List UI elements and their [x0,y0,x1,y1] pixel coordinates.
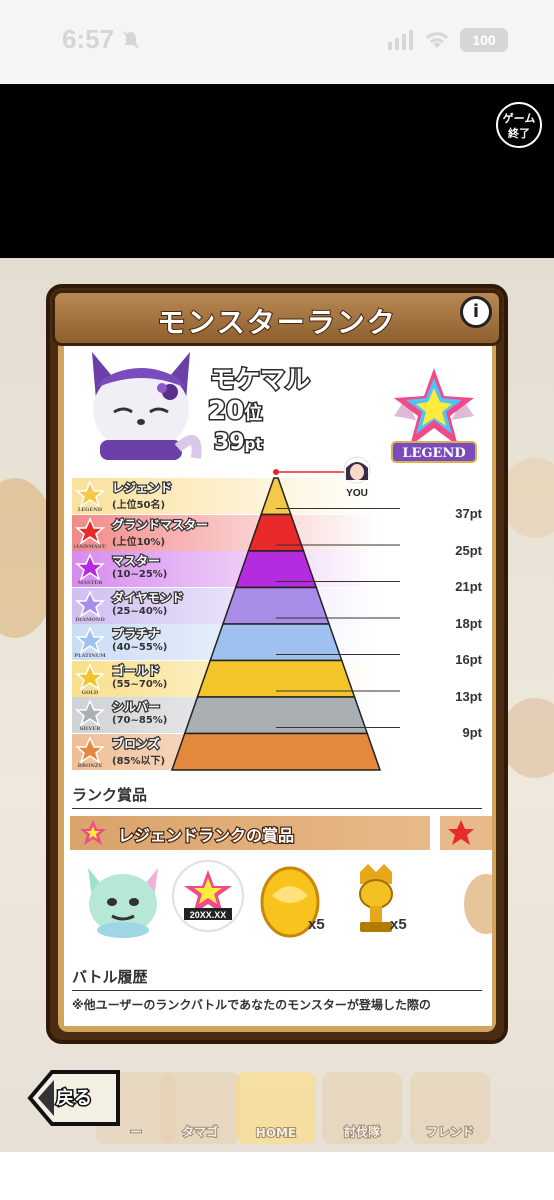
nav-item-friend[interactable]: フレンド [410,1072,490,1144]
pyramid-tier-slice [196,659,356,698]
gold-egg-qty: x5 [308,916,325,933]
bg-decoration [500,458,554,538]
nav-item-egg[interactable]: タマゴ [160,1072,240,1144]
gold-trophy-qty: x5 [390,916,407,933]
reward-banner: レジェンドランクの賞品 [70,816,430,850]
nav-item-home[interactable]: HOME [236,1072,316,1144]
pyramid-tier-slice [247,513,305,552]
game-exit-button[interactable]: ゲーム 終了 [496,102,542,148]
exit-label-line2: 終了 [508,127,530,140]
nav-label: フレンド [425,1124,475,1140]
you-marker-dot [273,469,279,475]
dialog-title-plate: モンスターランク [52,290,502,346]
home-indicator [0,1152,554,1200]
you-marker-avatar: YOU [343,456,371,498]
pyramid-tier-slice [170,732,382,771]
nav-label: HOME [255,1125,297,1141]
bg-decoration [500,698,554,778]
pyramid-tier-slice [234,550,318,589]
legend-badge-reward[interactable]: 20XX.XX [172,860,244,932]
signal-icon [388,30,413,50]
battle-history-note: ※他ユーザーのランクバトルであなたのモンスターが登場した際の [72,998,431,1012]
wifi-icon [425,32,449,48]
pyramid-tier-slice [183,696,369,735]
back-label: 戻る [55,1087,94,1111]
bell-muted-icon [123,31,139,49]
nav-label: タマゴ [181,1124,219,1140]
legend-badge-icon: 20XX.XX [184,870,232,920]
pyramid-tier-slice [209,623,343,662]
legend-rank-icon [80,820,106,845]
clock: 6:57 [62,24,115,54]
pyramid-tier-slice [221,586,331,625]
battery-indicator: 100 [460,28,508,52]
status-bar: 6:57 100 [0,0,554,84]
info-icon[interactable]: i [460,296,492,328]
pyramid-tier-slice [260,477,292,516]
game-header: ゲーム 終了 [0,84,554,258]
nav-label: 討伐隊 [343,1124,381,1140]
you-label: YOU [346,488,368,498]
next-reward-banner[interactable] [440,816,492,850]
next-reward-preview-icon [464,874,492,934]
battle-history-title: バトル履歴 [72,968,148,986]
nav-item-raid[interactable]: 討伐隊 [322,1072,402,1144]
status-icons: 100 [388,28,508,52]
grandmaster-rank-icon [448,820,474,845]
rewards-section-title: ランク賞品 [72,786,148,804]
badge-date: 20XX.XX [190,910,227,920]
rank-pyramid [170,469,400,771]
section-divider [72,808,482,809]
reward-banner-title: レジェンドランクの賞品 [117,825,296,847]
exit-label-line1: ゲーム [502,112,536,125]
section-divider [72,990,482,991]
dialog-body: モケマル 20位 39pt LEGEND LEGEND レジェンド (上位50名) 3… [64,346,492,1026]
dialog-title: モンスターランク [156,305,397,340]
crystal-monster-icon[interactable] [78,860,168,940]
